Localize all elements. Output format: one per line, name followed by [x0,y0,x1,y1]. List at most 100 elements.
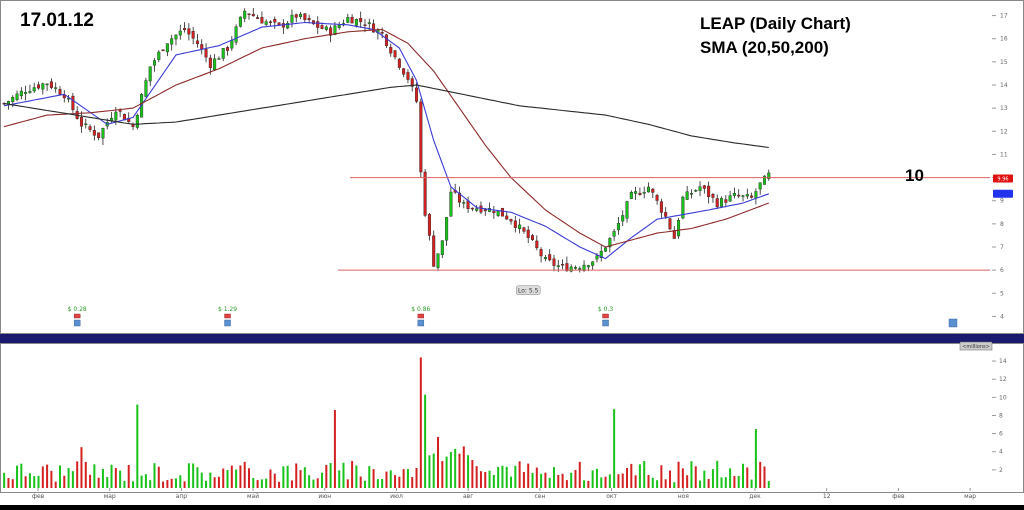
volume-bar [286,465,289,488]
volume-bar [84,461,87,488]
volume-bar [587,480,590,488]
candle [561,263,565,266]
candle [646,186,650,193]
candle [470,207,474,210]
volume-bar [368,466,371,488]
earnings-icon [417,319,425,327]
volume-bar [578,461,581,488]
candle [612,231,616,237]
volume-bar [677,461,680,488]
volume-bar [742,463,744,488]
candle [754,191,758,199]
candle [629,192,633,199]
volume-bar [591,470,594,488]
month-label: фев [892,493,905,500]
candle [475,208,479,211]
volume-bar [437,436,440,488]
candle [79,116,83,127]
volume-bar [471,460,474,488]
volume-bar [308,475,311,488]
candle [217,58,221,60]
candle [642,192,646,194]
candle [741,195,745,197]
candle [372,23,376,33]
candle [685,191,689,200]
volume-bar [321,472,324,488]
chart-svg[interactable]: <millions> 4 5 6 7 8 9 10 11 12 13 14 15 16 17 2 4 6 8 10 12… [0,0,1024,505]
candle [337,24,341,28]
candle [496,210,500,216]
volume-bar [217,476,220,488]
volume-bar [355,465,358,488]
candle [745,194,749,197]
volume-bar [617,474,620,488]
volume-bar [136,404,139,488]
candle [621,215,625,222]
candle [689,193,693,195]
candle [350,17,354,24]
candle [543,257,547,260]
volume-bar [600,477,603,488]
chart-subtitle: SMA (20,50,200) [700,38,829,57]
volume-bar [11,479,14,488]
volume-bar [342,462,345,488]
candle [170,38,174,45]
candle [174,34,178,40]
dividend-icon [73,313,81,319]
volume-bar [694,466,697,488]
candle [320,25,324,29]
candle [256,17,260,19]
candle [423,171,427,216]
candle [638,192,642,195]
candle [28,91,32,93]
volume-bar [329,463,332,488]
volume-bar [196,467,199,488]
candle [556,265,560,267]
volume-bar [33,476,36,488]
sma-line-3 [4,84,769,149]
candle [97,132,101,139]
volume-bar [80,447,83,488]
volume-bar [462,446,465,488]
earnings-icon [73,319,81,327]
volume-bar [729,468,732,488]
volume-bar [389,470,392,488]
volume-bar [325,465,328,488]
candle [440,240,444,255]
candle [698,186,702,191]
volume-bar [54,481,57,488]
candle [359,18,363,23]
candle [243,10,247,19]
candle [363,24,367,26]
month-label: авг [463,493,473,500]
candle [6,100,10,104]
candle [316,21,320,28]
candle [707,185,711,197]
candle [165,43,169,53]
volume-bar [552,467,555,488]
volume-bar [119,470,122,488]
volume-bar [140,475,143,488]
candle [234,26,238,43]
volume-bar [153,463,156,488]
volume-bar [660,465,663,488]
volume-bar [454,448,457,488]
chart-title-block: LEAP (Daily Chart) SMA (20,50,200) [700,12,851,60]
volume-bar [630,463,633,488]
candle [616,223,620,231]
candle [604,247,608,252]
candle [462,202,466,204]
candle [634,191,638,194]
volume-bar [24,476,27,488]
volume-bar [260,479,263,488]
candle [573,267,577,269]
chart-frame: <millions> 4 5 6 7 8 9 10 11 12 13 14 15 16 17 2 4 6 8 10 12… [0,0,1024,505]
volume-bar [441,461,444,488]
volume-bar [162,481,165,488]
volume-bar [604,476,607,488]
candle [58,89,62,95]
volume-bar [479,471,482,488]
candle [354,19,358,26]
volume-bar [351,461,354,488]
volume-bar [419,357,422,488]
